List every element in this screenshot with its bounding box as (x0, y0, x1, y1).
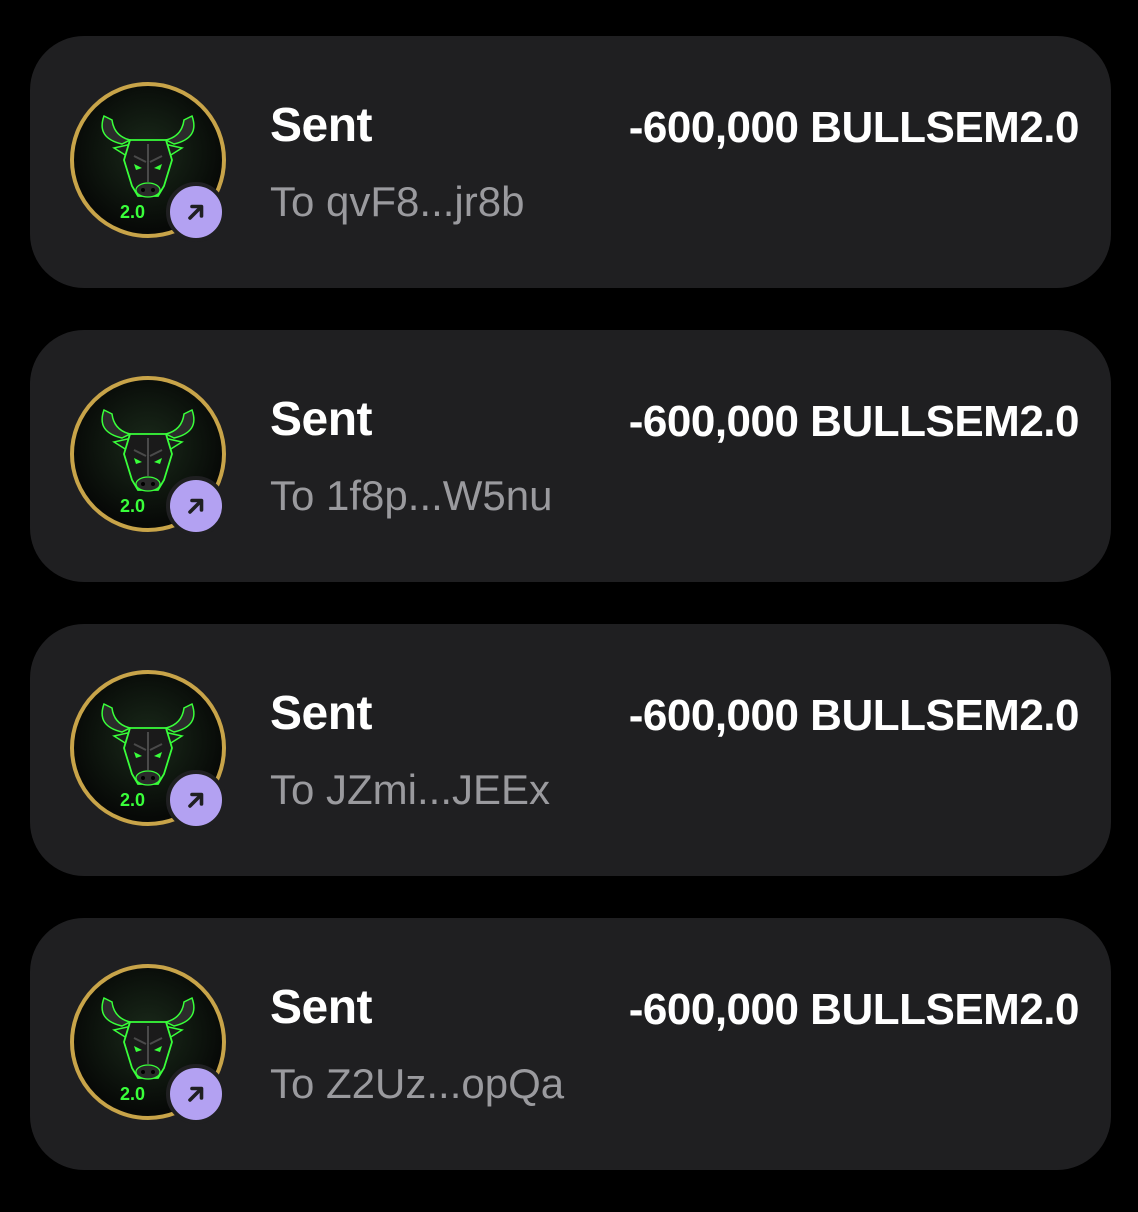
transaction-recipient: To qvF8...jr8b (270, 178, 525, 225)
transaction-item[interactable]: 2.0 Sent -600,000 BULLSEM2.0 To qvF8...j… (30, 36, 1111, 288)
sent-badge (166, 182, 226, 242)
transaction-list: 2.0 Sent -600,000 BULLSEM2.0 To qvF8...j… (30, 36, 1111, 1212)
transaction-amount: -600,000 BULLSEM2.0 (628, 985, 1080, 1034)
logo-text: 2.0 (120, 1084, 145, 1104)
arrow-up-right-icon (188, 792, 204, 808)
sent-badge (166, 476, 226, 536)
sent-badge (166, 770, 226, 830)
logo-text: 2.0 (120, 790, 145, 810)
transaction-recipient: To 1f8p...W5nu (270, 472, 553, 519)
transaction-amount: -600,000 BULLSEM2.0 (628, 691, 1080, 740)
transaction-type: Sent (270, 393, 373, 446)
sent-badge (166, 1064, 226, 1124)
transaction-type: Sent (270, 687, 373, 740)
transaction-recipient: To Z2Uz...opQa (270, 1060, 565, 1107)
transaction-item[interactable]: 2.0 Sent -600,000 BULLSEM2.0 To Z2Uz...o… (30, 918, 1111, 1170)
transaction-type: Sent (270, 99, 373, 152)
transaction-amount: -600,000 BULLSEM2.0 (628, 397, 1080, 446)
logo-text: 2.0 (120, 202, 145, 222)
transaction-item[interactable]: 2.0 Sent -600,000 BULLSEM2.0 To JZmi...J… (30, 624, 1111, 876)
arrow-up-right-icon (188, 498, 204, 514)
arrow-up-right-icon (188, 1086, 204, 1102)
transaction-amount: -600,000 BULLSEM2.0 (628, 103, 1080, 152)
logo-text: 2.0 (120, 496, 145, 516)
transaction-recipient: To JZmi...JEEx (270, 766, 551, 813)
transaction-type: Sent (270, 981, 373, 1034)
transaction-item[interactable]: 2.0 Sent -600,000 BULLSEM2.0 To 1f8p...W… (30, 330, 1111, 582)
arrow-up-right-icon (188, 204, 204, 220)
